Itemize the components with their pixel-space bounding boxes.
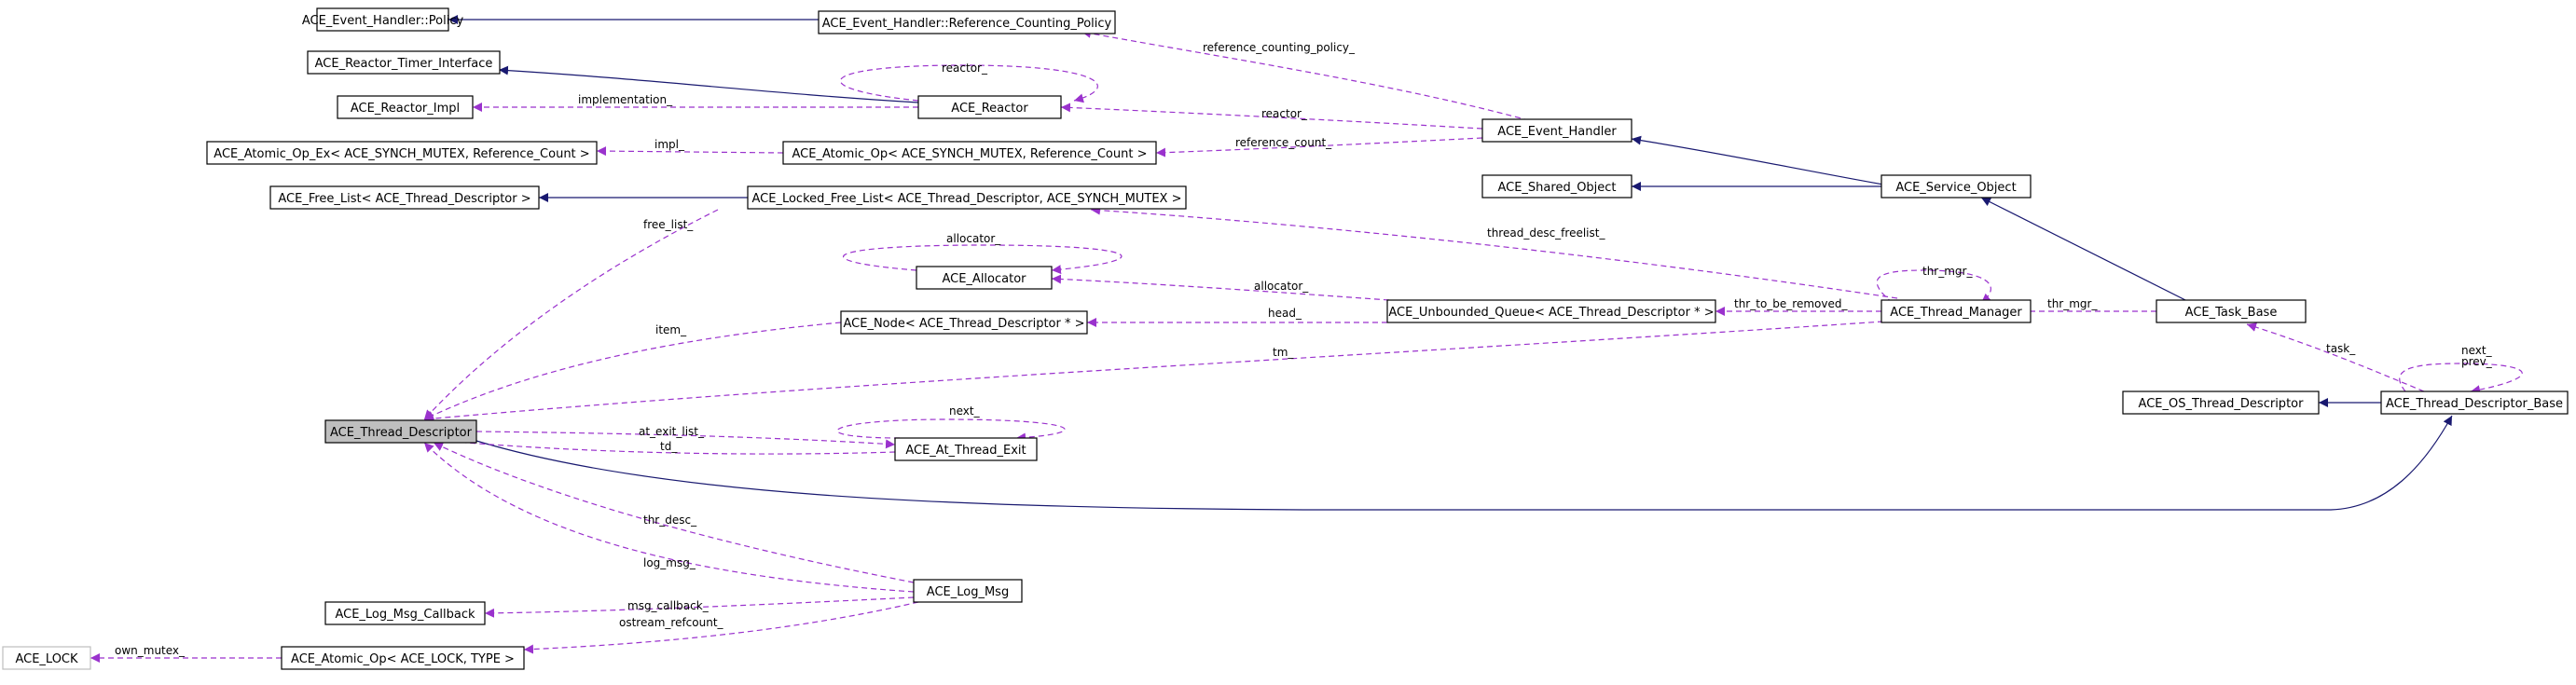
label-td: td_ [660,440,678,453]
node-ace-node[interactable]: ACE_Node< ACE_Thread_Descriptor * > [840,310,1088,335]
label-task: task_ [2326,342,2356,355]
node-reference-counting-policy[interactable]: ACE_Event_Handler::Reference_Counting_Po… [818,10,1116,34]
label-allocator: allocator_ [1254,280,1309,293]
node-label: ACE_Task_Base [2185,306,2278,320]
label-next-prev-line: prev_ [2461,355,2493,368]
node-service-object[interactable]: ACE_Service_Object [1880,174,2032,199]
node-at-thread-exit[interactable]: ACE_At_Thread_Exit [894,437,1038,461]
node-label: ACE_Thread_Descriptor_Base [2386,397,2563,411]
node-ace-lock[interactable]: ACE_LOCK [2,646,91,670]
node-label: ACE_Reactor_Impl [351,102,460,116]
edge-reactor-to-timer-interface [498,65,919,103]
node-reactor-impl[interactable]: ACE_Reactor_Impl [337,95,474,119]
node-label: ACE_At_Thread_Exit [905,444,1026,458]
label-reactor: reactor_ [1261,107,1308,120]
label-thr-desc: thr_desc_ [643,514,697,527]
node-shared-object[interactable]: ACE_Shared_Object [1481,174,1632,199]
node-task-base[interactable]: ACE_Task_Base [2156,299,2307,323]
node-reactor[interactable]: ACE_Reactor [917,95,1062,119]
node-label: ACE_Reactor_Timer_Interface [315,57,493,71]
node-label: ACE_Unbounded_Queue< ACE_Thread_Descript… [1388,306,1714,320]
node-label: ACE_LOCK [15,652,78,666]
node-log-msg[interactable]: ACE_Log_Msg [913,579,1023,603]
label-msg-callback: msg_callback_ [627,599,709,612]
edge-item [423,322,842,420]
node-free-list[interactable]: ACE_Free_List< ACE_Thread_Descriptor > [269,185,540,210]
edge-tm [423,321,1884,424]
label-impl: impl_ [654,138,685,151]
label-log-msg: log_msg_ [643,556,696,569]
label-thr-mgr: thr_mgr_ [2047,297,2098,310]
node-label: ACE_Free_List< ACE_Thread_Descriptor > [278,192,530,206]
edge-thread-desc-freelist [1090,205,1898,299]
node-locked-free-list[interactable]: ACE_Locked_Free_List< ACE_Thread_Descrip… [747,185,1187,210]
label-allocator-self: allocator_ [946,232,1001,245]
node-allocator[interactable]: ACE_Allocator [916,266,1053,290]
node-thread-manager[interactable]: ACE_Thread_Manager [1880,299,2032,323]
node-label: ACE_Log_Msg_Callback [335,608,475,622]
edge-impl [596,146,784,157]
node-event-handler-policy[interactable]: ACE_Event_Handler::Policy [302,7,464,32]
node-label: ACE_Thread_Descriptor [330,426,473,440]
edge-thread-descriptor-to-td-base [475,415,2453,511]
label-item: item_ [655,323,687,336]
usage-edges [90,28,2523,663]
label-next-self: next_ [949,404,981,418]
label-thr-mgr-self: thr_mgr_ [1922,265,1973,278]
node-atomic-op-lock[interactable]: ACE_Atomic_Op< ACE_LOCK, TYPE > [281,646,525,670]
label-free-list: free_list_ [643,218,694,231]
node-thread-descriptor-base[interactable]: ACE_Thread_Descriptor_Base [2380,390,2569,415]
node-reactor-timer-interface[interactable]: ACE_Reactor_Timer_Interface [307,50,501,75]
node-label: ACE_Log_Msg [927,585,1009,599]
node-label: ACE_Locked_Free_List< ACE_Thread_Descrip… [752,192,1182,206]
node-label: ACE_Atomic_Op< ACE_SYNCH_MUTEX, Referenc… [792,147,1148,161]
edge-task-base-to-service-object [1980,197,2201,308]
node-label: ACE_Thread_Manager [1890,306,2022,320]
node-label: ACE_Node< ACE_Thread_Descriptor * > [843,317,1084,331]
node-os-thread-descriptor[interactable]: ACE_OS_Thread_Descriptor [2122,390,2320,415]
node-label: ACE_Atomic_Op< ACE_LOCK, TYPE > [291,652,515,666]
node-label: ACE_Shared_Object [1497,181,1616,195]
node-label: ACE_Event_Handler::Policy [302,14,464,28]
node-unbounded-queue[interactable]: ACE_Unbounded_Queue< ACE_Thread_Descript… [1386,299,1716,323]
node-label: ACE_Allocator [942,272,1026,286]
node-label: ACE_Atomic_Op_Ex< ACE_SYNCH_MUTEX, Refer… [214,147,589,161]
node-event-handler[interactable]: ACE_Event_Handler [1481,118,1632,143]
label-ostream-refcount: ostream_refcount_ [619,616,724,629]
label-reactor-self: reactor_ [942,62,988,75]
edge-labels: reference_counting_policy_ reactor_ impl… [115,41,2495,657]
edge-allocator [1051,274,1390,301]
node-label: ACE_Event_Handler::Reference_Counting_Po… [822,17,1112,31]
node-atomic-op-mutex[interactable]: ACE_Atomic_Op< ACE_SYNCH_MUTEX, Referenc… [782,141,1157,165]
label-implementation: implementation_ [578,93,673,106]
label-head: head_ [1268,307,1302,320]
label-next-prev: next_ prev_ [2461,344,2495,368]
node-label: ACE_Reactor [951,102,1028,116]
edge-next-self [836,418,1066,443]
edge-event-handler-to-reactor-base [1631,135,1884,185]
node-thread-descriptor[interactable]: ACE_Thread_Descriptor [324,419,477,444]
label-at-exit-list: at_exit_list_ [639,425,705,438]
node-label: ACE_OS_Thread_Descriptor [2139,397,2305,411]
inheritance-edges [448,15,2453,511]
collaboration-diagram: reference_counting_policy_ reactor_ impl… [2,7,2569,670]
label-own-mutex: own_mutex_ [115,644,186,657]
label-thr-to-be-removed: thr_to_be_removed_ [1734,297,1848,310]
node-label: ACE_Event_Handler [1497,125,1617,139]
node-log-msg-callback[interactable]: ACE_Log_Msg_Callback [324,601,486,625]
edge-free-list [423,209,719,420]
node-atomic-op-ex[interactable]: ACE_Atomic_Op_Ex< ACE_SYNCH_MUTEX, Refer… [206,141,598,165]
label-thread-desc-freelist: thread_desc_freelist_ [1487,226,1605,240]
label-tm: tm_ [1273,346,1294,359]
edge-task [2246,322,2425,392]
label-reference-counting-policy: reference_counting_policy_ [1203,41,1356,54]
label-reference-count: reference_count_ [1235,136,1332,149]
node-label: ACE_Service_Object [1895,181,2016,195]
